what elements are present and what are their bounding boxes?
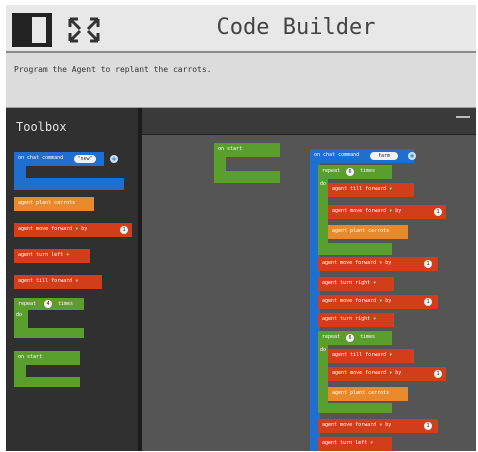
block-label: agent move forward ▾ by [322,298,392,304]
repeat-count-value[interactable]: 4 [44,300,52,308]
toggle-panel-button[interactable] [12,13,52,47]
block-label: repeat [18,301,37,307]
move-amount-value[interactable]: 1 [424,422,432,430]
on-start-block[interactable]: on start [214,143,280,157]
block-label: agent turn left ▾ [322,440,374,446]
repeat-count-value[interactable]: 6 [346,168,354,176]
move-block[interactable]: agent move forward ▾ by 1 [328,367,446,381]
turn-left-block[interactable]: agent turn left ▾ [318,437,392,451]
toolbox-panel: Toolbox on chat command "new" + agent pl… [6,108,138,451]
block-label: agent move forward ▾ by [332,370,402,376]
block-label: on start [18,354,43,360]
repeat-times-label: times [360,334,376,340]
repeat-times-label: times [360,168,376,174]
move-amount-value[interactable]: 1 [434,370,442,378]
on-chat-command-block[interactable]: on chat command farm [310,149,414,163]
block-label: agent till forward ▾ [332,352,393,358]
block-footer [14,328,84,338]
block-footer [14,377,80,387]
block-label: agent move forward ▾ by [322,422,392,428]
header-bar: Code Builder [6,5,476,53]
chat-command-value[interactable]: "new" [74,155,96,163]
move-block[interactable]: agent move forward ▾ by 1 [328,205,446,219]
block-label: on chat command [18,155,64,161]
move-amount-value[interactable]: 1 [424,260,432,268]
block-label: on chat command [314,152,360,158]
instructions-panel: Program the Agent to replant the carrots… [6,53,476,108]
block-label: on start [218,146,243,152]
block-label: agent turn right ▾ [322,280,377,286]
toolbox-on-chat-block[interactable]: on chat command "new" [14,152,104,166]
block-label: agent till forward ▾ [332,186,393,192]
toolbox-plant-block[interactable]: agent plant carrots [14,197,94,211]
block-label: repeat [322,334,341,340]
block-label: repeat [322,168,341,174]
block-arm: do [318,179,328,251]
move-block[interactable]: agent move forward ▾ by 1 [318,419,438,433]
block-arm: do [14,310,28,330]
block-label: agent plant carrots [332,228,390,234]
plant-block[interactable]: agent plant carrots [328,225,408,239]
expand-button[interactable] [64,13,104,47]
block-label: agent move forward ▾ by [332,208,402,214]
do-label: do [320,181,327,187]
block-label: agent plant carrots [18,200,76,206]
block-footer [318,403,392,413]
toolbox-repeat-block[interactable]: repeat 4 times [14,298,84,310]
block-label: agent turn right ▾ [322,316,377,322]
chat-command-value[interactable]: farm [370,152,398,160]
move-block[interactable]: agent move forward ▾ by 1 [318,257,438,271]
plant-block[interactable]: agent plant carrots [328,387,408,401]
panel-icon [32,17,46,43]
move-amount-value[interactable]: 1 [434,208,442,216]
do-label: do [320,347,327,353]
toolbox-turn-left-block[interactable]: agent turn left ▾ [14,249,90,263]
instructions-text: Program the Agent to replant the carrots… [14,65,212,74]
move-amount-value[interactable]: 1 [424,298,432,306]
toolbox-till-block[interactable]: agent till forward ▾ [14,275,102,289]
block-label: agent turn left ▾ [18,252,70,258]
do-label: do [16,312,23,318]
block-notch [28,316,56,322]
code-workspace[interactable]: on start on chat command farm + repeat 6… [142,135,476,451]
code-builder-window: Code Builder Program the Agent to replan… [6,5,476,451]
block-label: agent move forward ▾ by [18,226,88,232]
block-arm [14,166,26,178]
repeat-block[interactable]: repeat 6 times [318,165,392,179]
block-footer [14,178,124,190]
turn-right-block[interactable]: agent turn right ▾ [318,277,394,291]
till-block[interactable]: agent till forward ▾ [328,349,414,363]
block-label: agent move forward ▾ by [322,260,392,266]
repeat-times-label: times [58,301,74,307]
repeat-count-value[interactable]: 6 [346,334,354,342]
block-footer [214,171,280,183]
block-footer [318,243,392,255]
block-arm [214,157,226,171]
add-parameter-icon[interactable]: + [110,155,118,163]
toolbox-title: Toolbox [16,120,67,134]
block-label: agent plant carrots [332,390,390,396]
toolbox-move-block[interactable]: agent move forward ▾ by 1 [14,223,132,237]
add-parameter-icon[interactable]: + [408,152,416,160]
block-arm [14,365,26,377]
zoom-out-icon[interactable] [456,116,470,118]
repeat-block[interactable]: repeat 6 times [318,331,392,345]
toolbox-on-start-block[interactable]: on start [14,351,80,365]
block-notch [28,166,56,172]
block-arm: do [318,345,328,405]
block-notch [228,157,254,163]
workspace-toolbar [142,108,476,135]
app-title: Code Builder [216,15,376,40]
move-amount-value[interactable]: 1 [120,226,128,234]
turn-right-block[interactable]: agent turn right ▾ [318,313,394,327]
till-block[interactable]: agent till forward ▾ [328,183,414,197]
block-notch [28,365,54,371]
expand-icon [68,17,100,43]
move-block[interactable]: agent move forward ▾ by 1 [318,295,438,309]
block-label: agent till forward ▾ [18,278,79,284]
